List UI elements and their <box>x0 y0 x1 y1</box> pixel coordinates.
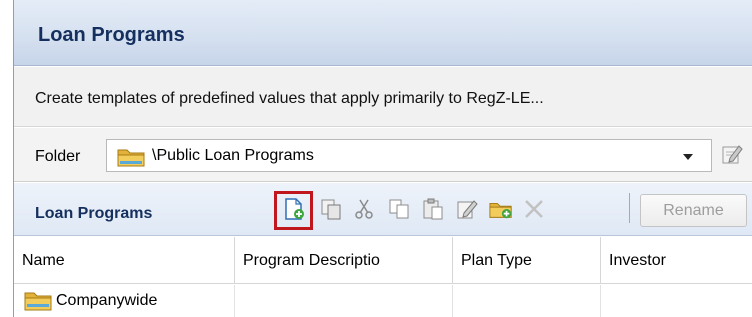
folder-row: Folder \Public Loan Programs <box>14 128 752 182</box>
column-header-name[interactable]: Name <box>14 237 235 284</box>
folder-edit-icon[interactable] <box>720 142 744 166</box>
cell-description <box>235 285 453 317</box>
cell-investor <box>601 285 752 317</box>
new-icon[interactable] <box>282 197 306 221</box>
cell-plan-type <box>453 285 601 317</box>
table-row[interactable]: Companywide <box>14 285 752 317</box>
column-header-program-description[interactable]: Program Descriptio <box>235 237 453 284</box>
row-name: Companywide <box>56 292 158 309</box>
paste-icon[interactable] <box>421 197 445 221</box>
loan-programs-toolbar: Loan Programs Rename <box>14 183 752 236</box>
description-bar: Create templates of predefined values th… <box>14 67 752 127</box>
copy-icon[interactable] <box>387 197 411 221</box>
edit-icon[interactable] <box>455 197 479 221</box>
cell-name: Companywide <box>14 285 235 317</box>
folder-selected-value: \Public Loan Programs <box>152 147 314 164</box>
loan-programs-panel: Loan Programs Create templates of predef… <box>13 0 752 317</box>
column-header-investor[interactable]: Investor <box>601 237 752 284</box>
toolbar-separator <box>629 193 630 223</box>
rename-button[interactable]: Rename <box>640 194 747 227</box>
chevron-down-icon[interactable] <box>683 154 693 160</box>
new-folder-icon[interactable] <box>489 197 513 221</box>
table-header: Name Program Descriptio Plan Type Invest… <box>14 237 752 284</box>
folder-icon <box>117 147 145 172</box>
folder-label: Folder <box>35 148 81 165</box>
folder-dropdown[interactable]: \Public Loan Programs <box>106 139 712 172</box>
cut-icon[interactable] <box>352 197 376 221</box>
folder-icon <box>24 289 52 316</box>
column-header-plan-type[interactable]: Plan Type <box>453 237 601 284</box>
title-bar: Loan Programs <box>14 0 752 66</box>
delete-icon[interactable] <box>522 197 546 221</box>
duplicate-icon[interactable] <box>319 197 343 221</box>
page-title: Loan Programs <box>38 24 185 46</box>
toolbar-title: Loan Programs <box>35 205 153 222</box>
description-text: Create templates of predefined values th… <box>35 90 544 107</box>
